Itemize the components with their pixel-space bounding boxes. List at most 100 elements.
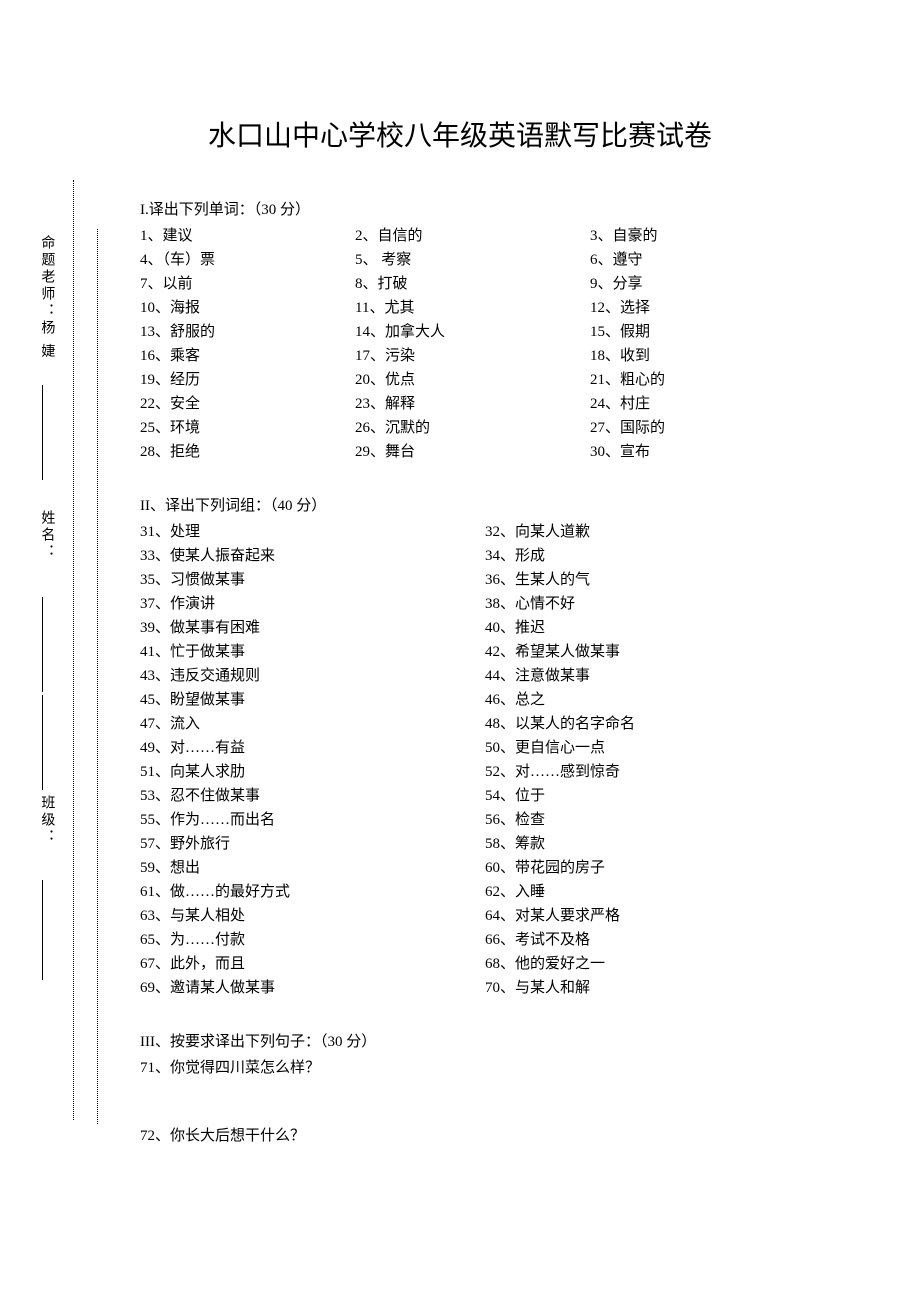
list-row: 41、忙于做某事42、希望某人做某事 bbox=[140, 640, 860, 664]
list-item: 33、使某人振奋起来 bbox=[140, 544, 485, 568]
list-item: 6、遵守 bbox=[590, 248, 860, 272]
list-item: 56、检查 bbox=[485, 808, 860, 832]
list-item: 52、对……感到惊奇 bbox=[485, 760, 860, 784]
list-item: 65、为……付款 bbox=[140, 928, 485, 952]
list-item: 30、宣布 bbox=[590, 440, 860, 464]
list-item: 67、此外，而且 bbox=[140, 952, 485, 976]
list-item: 15、假期 bbox=[590, 320, 860, 344]
section-2-head: II、译出下列词组：（40 分） bbox=[140, 494, 860, 518]
list-item: 48、以某人的名字命名 bbox=[485, 712, 860, 736]
list-item: 44、注意做某事 bbox=[485, 664, 860, 688]
list-row: 19、经历20、优点21、粗心的 bbox=[140, 368, 860, 392]
list-row: 43、违反交通规则44、注意做某事 bbox=[140, 664, 860, 688]
list-item: 42、希望某人做某事 bbox=[485, 640, 860, 664]
list-row: 25、环境26、沉默的27、国际的 bbox=[140, 416, 860, 440]
list-row: 39、做某事有困难40、推迟 bbox=[140, 616, 860, 640]
list-row: 61、做……的最好方式62、入睡 bbox=[140, 880, 860, 904]
list-row: 35、习惯做某事36、生某人的气 bbox=[140, 568, 860, 592]
list-item: 43、违反交通规则 bbox=[140, 664, 485, 688]
list-item: 21、粗心的 bbox=[590, 368, 860, 392]
list-item: 10、海报 bbox=[140, 296, 355, 320]
list-item: 11、尤其 bbox=[355, 296, 590, 320]
student-info-sidebar: 命题老师：杨 婕 姓名： 班级： bbox=[35, 180, 95, 1120]
list-item: 19、经历 bbox=[140, 368, 355, 392]
list-row: 37、作演讲38、心情不好 bbox=[140, 592, 860, 616]
list-item: 41、忙于做某事 bbox=[140, 640, 485, 664]
dotted-line-1 bbox=[73, 180, 74, 1120]
list-item: 55、作为……而出名 bbox=[140, 808, 485, 832]
list-row: 65、为……付款66、考试不及格 bbox=[140, 928, 860, 952]
list-row: 63、与某人相处64、对某人要求严格 bbox=[140, 904, 860, 928]
list-item: 49、对……有益 bbox=[140, 736, 485, 760]
list-item: 53、忍不住做某事 bbox=[140, 784, 485, 808]
list-item: 50、更自信心一点 bbox=[485, 736, 860, 760]
list-item: 31、处理 bbox=[140, 520, 485, 544]
list-item: 32、向某人道歉 bbox=[485, 520, 860, 544]
section-1-head: I.译出下列单词：（30 分） bbox=[140, 198, 860, 222]
list-item: 46、总之 bbox=[485, 688, 860, 712]
divider-line-1 bbox=[42, 385, 43, 480]
list-item: 1、建议 bbox=[140, 224, 355, 248]
list-item: 51、向某人求肋 bbox=[140, 760, 485, 784]
class-label: 班级： bbox=[35, 795, 57, 846]
list-item: 59、想出 bbox=[140, 856, 485, 880]
list-row: 13、舒服的14、加拿大人15、假期 bbox=[140, 320, 860, 344]
list-row: 31、处理32、向某人道歉 bbox=[140, 520, 860, 544]
list-item: 9、分享 bbox=[590, 272, 860, 296]
dotted-line-2 bbox=[97, 229, 98, 1124]
list-item: 45、盼望做某事 bbox=[140, 688, 485, 712]
list-row: 55、作为……而出名56、检查 bbox=[140, 808, 860, 832]
list-item: 37、作演讲 bbox=[140, 592, 485, 616]
list-item: 24、村庄 bbox=[590, 392, 860, 416]
list-row: 45、盼望做某事46、总之 bbox=[140, 688, 860, 712]
list-item: 26、沉默的 bbox=[355, 416, 590, 440]
list-item: 4、（车）票 bbox=[140, 248, 355, 272]
list-row: 4、（车）票5、 考察6、遵守 bbox=[140, 248, 860, 272]
list-item: 17、污染 bbox=[355, 344, 590, 368]
list-item: 2、自信的 bbox=[355, 224, 590, 248]
list-item: 70、与某人和解 bbox=[485, 976, 860, 1000]
list-item: 20、优点 bbox=[355, 368, 590, 392]
list-item: 40、推迟 bbox=[485, 616, 860, 640]
list-row: 57、野外旅行58、筹款 bbox=[140, 832, 860, 856]
list-item: 25、环境 bbox=[140, 416, 355, 440]
list-item: 29、舞台 bbox=[355, 440, 590, 464]
list-row: 51、向某人求肋52、对……感到惊奇 bbox=[140, 760, 860, 784]
list-row: 67、此外，而且68、他的爱好之一 bbox=[140, 952, 860, 976]
name-blank-line bbox=[42, 597, 43, 692]
list-item: 28、拒绝 bbox=[140, 440, 355, 464]
list-item: 66、考试不及格 bbox=[485, 928, 860, 952]
list-item: 58、筹款 bbox=[485, 832, 860, 856]
list-item: 22、安全 bbox=[140, 392, 355, 416]
list-item: 36、生某人的气 bbox=[485, 568, 860, 592]
list-item: 68、他的爱好之一 bbox=[485, 952, 860, 976]
section-2-items: 31、处理32、向某人道歉33、使某人振奋起来34、形成35、习惯做某事36、生… bbox=[140, 520, 860, 1000]
list-row: 1、建议2、自信的3、自豪的 bbox=[140, 224, 860, 248]
list-item: 16、乘客 bbox=[140, 344, 355, 368]
section-1-items: 1、建议2、自信的3、自豪的4、（车）票5、 考察6、遵守7、以前8、打破9、分… bbox=[140, 224, 860, 464]
list-row: 69、邀请某人做某事70、与某人和解 bbox=[140, 976, 860, 1000]
list-item: 64、对某人要求严格 bbox=[485, 904, 860, 928]
list-item: 47、流入 bbox=[140, 712, 485, 736]
list-item: 14、加拿大人 bbox=[355, 320, 590, 344]
section-3-head: III、按要求译出下列句子：（30 分） bbox=[140, 1030, 860, 1054]
list-item: 3、自豪的 bbox=[590, 224, 860, 248]
question-71: 71、你觉得四川菜怎么样？ bbox=[140, 1056, 860, 1080]
class-blank-line bbox=[42, 880, 43, 980]
list-row: 28、拒绝29、舞台30、宣布 bbox=[140, 440, 860, 464]
list-item: 57、野外旅行 bbox=[140, 832, 485, 856]
question-72: 72、你长大后想干什么？ bbox=[140, 1124, 860, 1148]
list-row: 22、安全23、解释24、村庄 bbox=[140, 392, 860, 416]
page-title: 水口山中心学校八年级英语默写比赛试卷 bbox=[0, 0, 920, 190]
list-item: 27、国际的 bbox=[590, 416, 860, 440]
list-item: 63、与某人相处 bbox=[140, 904, 485, 928]
list-item: 5、 考察 bbox=[355, 248, 590, 272]
list-item: 8、打破 bbox=[355, 272, 590, 296]
list-item: 61、做……的最好方式 bbox=[140, 880, 485, 904]
name-label: 姓名： bbox=[35, 510, 57, 561]
list-item: 7、以前 bbox=[140, 272, 355, 296]
list-item: 69、邀请某人做某事 bbox=[140, 976, 485, 1000]
list-item: 13、舒服的 bbox=[140, 320, 355, 344]
list-item: 60、带花园的房子 bbox=[485, 856, 860, 880]
main-content: I.译出下列单词：（30 分） 1、建议2、自信的3、自豪的4、（车）票5、 考… bbox=[140, 198, 860, 1148]
